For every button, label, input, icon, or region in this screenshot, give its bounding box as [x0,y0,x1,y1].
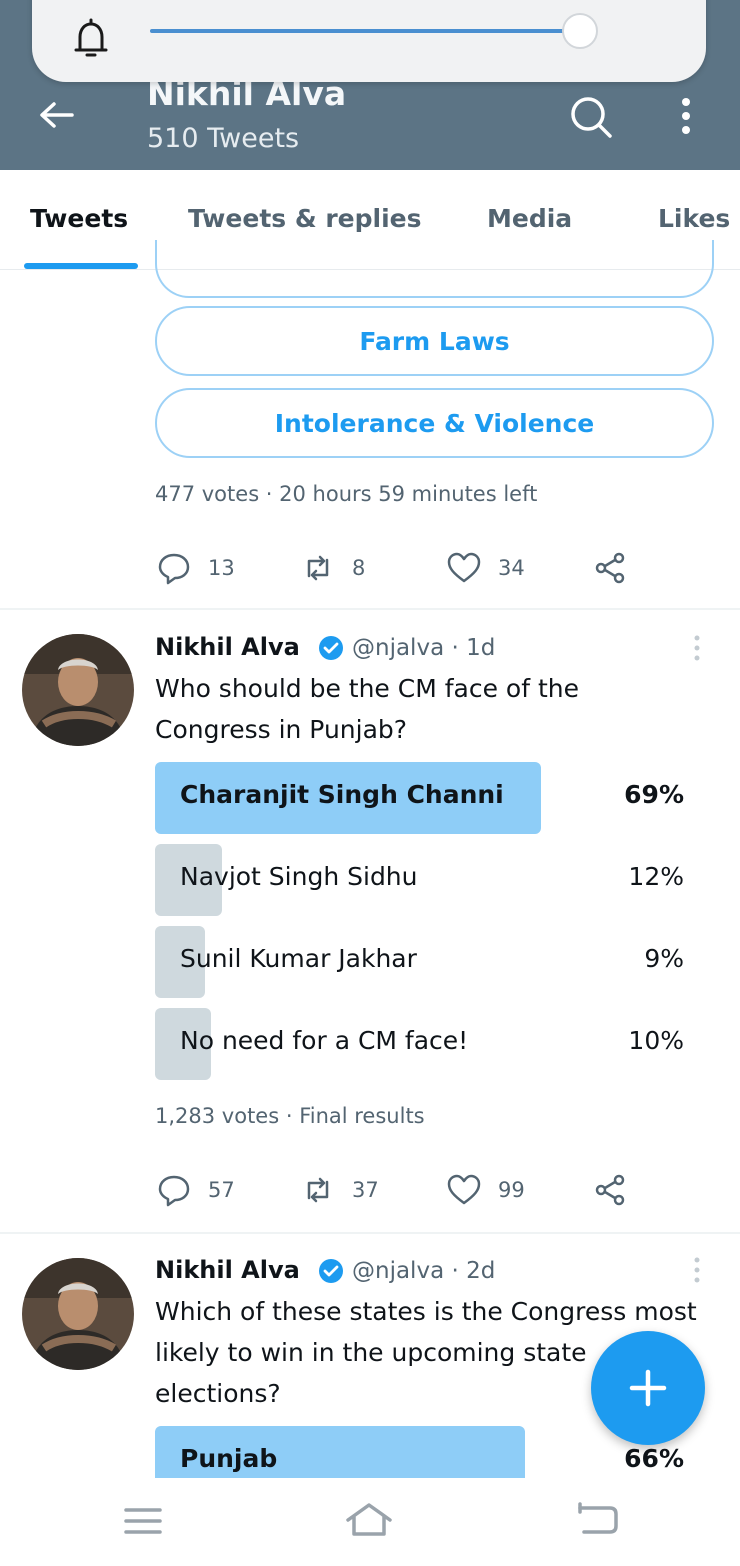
tweet-text: Who should be the CM face of the Congres… [155,674,579,744]
plus-icon [629,1369,667,1407]
more-options-button[interactable] [668,92,704,142]
poll-option[interactable]: Farm Laws [155,306,714,376]
heart-icon [447,552,481,583]
tab-likes[interactable]: Likes [658,204,730,233]
tab-media[interactable]: Media [487,204,572,233]
retweet-icon [307,1177,329,1203]
tab-tweets-and-replies[interactable]: Tweets & replies [188,204,422,233]
reply-icon [158,553,190,585]
tweet-more-button[interactable] [692,634,702,664]
retweet-button[interactable] [300,1172,336,1208]
back-nav-icon [578,1502,618,1534]
poll-result-percent: 66% [624,1444,684,1473]
like-button[interactable] [446,550,482,586]
verified-badge-icon [318,635,344,661]
poll-result-percent: 69% [624,780,684,809]
recent-apps-icon [124,1508,162,1534]
reply-count: 57 [208,1178,235,1202]
poll-result-percent: 10% [628,1026,684,1055]
reply-icon [158,1175,190,1207]
like-count: 99 [498,1178,525,1202]
reply-count: 13 [208,556,235,580]
quick-settings-panel [32,0,706,82]
profile-photo [22,634,134,746]
poll-result-percent: 12% [628,862,684,891]
search-button[interactable] [566,92,616,142]
more-vertical-icon [694,635,700,661]
poll-meta: 1,283 votes · Final results [155,1104,425,1128]
poll-result-label: Charanjit Singh Channi [180,780,504,809]
retweet-count: 37 [352,1178,379,1202]
profile-photo [22,1258,134,1370]
reply-button[interactable] [156,1172,192,1208]
retweet-icon [307,555,329,581]
reply-button[interactable] [156,550,192,586]
like-button[interactable] [446,1172,482,1208]
poll-meta: 477 votes · 20 hours 59 minutes left [155,482,538,506]
tab-tweets[interactable]: Tweets [30,204,128,233]
poll-option[interactable]: Intolerance & Violence [155,388,714,458]
brightness-slider-thumb[interactable] [562,13,598,49]
heart-icon [447,1174,481,1205]
tweet-author-name[interactable]: Nikhil Alva [155,633,300,661]
recent-apps-button[interactable] [118,1496,168,1546]
poll-result-label: Punjab [180,1444,278,1473]
more-vertical-icon [694,1257,700,1283]
poll-option-cut-off[interactable] [155,240,714,298]
back-button[interactable] [34,92,80,138]
like-count: 34 [498,556,525,580]
home-icon [346,1503,392,1536]
search-icon [571,97,612,138]
bell-icon [74,18,108,57]
share-icon [595,1174,625,1206]
home-button[interactable] [344,1496,394,1546]
retweet-count: 8 [352,556,366,580]
tweet-handle-time[interactable]: @njalva · 1d [352,635,495,661]
tweet-separator [0,1232,740,1234]
poll-result-label: Navjot Singh Sidhu [180,862,418,891]
share-button[interactable] [592,550,628,586]
tweet-author-name[interactable]: Nikhil Alva [155,1256,300,1284]
poll-result-percent: 9% [644,944,684,973]
arrow-left-icon [40,102,74,128]
poll-result-label: No need for a CM face! [180,1026,469,1055]
poll-result-label: Sunil Kumar Jakhar [180,944,417,973]
brightness-slider-track[interactable] [150,29,580,33]
tweet-more-button[interactable] [692,1256,702,1286]
verified-badge-icon [318,1258,344,1284]
notification-button[interactable] [66,14,116,64]
compose-tweet-button[interactable] [591,1331,705,1445]
avatar[interactable] [22,1258,134,1370]
more-vertical-icon [682,98,690,134]
share-icon [595,552,625,584]
tweet-count: 510 Tweets [147,123,300,154]
avatar[interactable] [22,634,134,746]
retweet-button[interactable] [300,550,336,586]
tweet-separator [0,608,740,610]
back-nav-button[interactable] [572,1496,622,1546]
share-button[interactable] [592,1172,628,1208]
tweet-handle-time[interactable]: @njalva · 2d [352,1258,495,1284]
